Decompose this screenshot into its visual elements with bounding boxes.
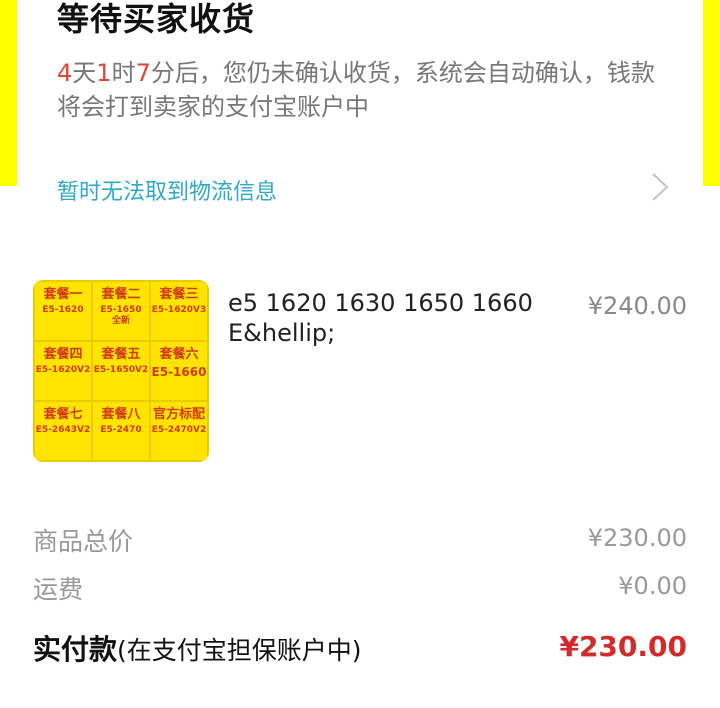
amount-paid-row: 实付款(在支付宝担保账户中) ¥230.00 (33, 628, 687, 670)
product-title: e5 1620 1630 1650 1660 E&hellip; (228, 289, 533, 347)
thumbnail-cell: 套餐四 E5-1620V2 (35, 342, 91, 400)
shipping-label: 运费 (33, 575, 84, 604)
amount-paid-note: (在支付宝担保账户中) (117, 636, 362, 665)
product-item[interactable]: 套餐一 E5-1620 套餐二 E5-1650 全新 套餐三 E5-1620V3 套餐四 E5-… (0, 272, 720, 472)
amount-paid-label-strong: 实付款 (33, 633, 118, 666)
thumbnail-cell: 套餐五 E5-1650V2 (93, 342, 149, 400)
thumbnail-model-label: E5-1620 (42, 305, 84, 315)
thumbnail-package-label: 套餐三 (159, 287, 199, 302)
thumbnail-model-label: E5-1660 (151, 365, 207, 379)
thumbnail-cell: 套餐三 E5-1620V3 (151, 282, 207, 340)
thumbnail-package-label: 官方标配 (152, 407, 205, 422)
thumbnail-model-label: E5-1620V2 (35, 365, 91, 375)
thumbnail-model-label: E5-2470 (100, 425, 142, 435)
thumbnail-package-label: 套餐五 (101, 347, 141, 362)
countdown-days-unit: 天 (72, 59, 97, 87)
thumbnail-package-label: 套餐八 (101, 407, 141, 422)
thumbnail-cell: 套餐二 E5-1650 全新 (93, 282, 149, 340)
goods-total-row: 商品总价 ¥230.00 (33, 522, 687, 558)
thumbnail-extra-label: 全新 (111, 316, 130, 326)
thumbnail-package-label: 套餐一 (43, 287, 83, 302)
order-status-title: 等待买家收货 (57, 0, 256, 38)
logistics-status-text: 暂时无法取到物流信息 (57, 180, 278, 205)
countdown-hours-unit: 时 (111, 59, 136, 87)
chevron-right-icon (652, 173, 669, 201)
thumbnail-cell: 官方标配 E5-2470V2 (151, 402, 207, 460)
thumbnail-model-label: E5-2470V2 (151, 425, 207, 435)
thumbnail-cell: 套餐六 E5-1660 (151, 342, 207, 400)
product-thumbnail[interactable]: 套餐一 E5-1620 套餐二 E5-1650 全新 套餐三 E5-1620V3 套餐四 E5-… (33, 280, 209, 462)
auto-confirm-notice: 4天1时7分后，您仍未确认收货，系统会自动确认，钱款将会打到卖家的支付宝账户中 (57, 56, 657, 124)
thumbnail-package-label: 套餐二 (101, 287, 141, 302)
amount-paid-value: ¥230.00 (559, 630, 687, 663)
thumbnail-package-label: 套餐四 (43, 347, 83, 362)
header-accent-stripe-right (703, 0, 720, 186)
order-status-card: 等待买家收货 4天1时7分后，您仍未确认收货，系统会自动确认，钱款将会打到卖家的… (17, 0, 703, 224)
countdown-minutes: 7 (135, 59, 151, 87)
goods-total-label: 商品总价 (33, 527, 134, 556)
thumbnail-package-label: 套餐七 (43, 407, 83, 422)
thumbnail-model-label: E5-1620V3 (151, 305, 207, 315)
thumbnail-cell: 套餐一 E5-1620 (35, 282, 91, 340)
thumbnail-package-label: 套餐六 (159, 347, 199, 362)
thumbnail-model-label: E5-1650 (100, 305, 142, 315)
goods-total-value: ¥230.00 (587, 524, 687, 552)
thumbnail-model-label: E5-2643V2 (35, 425, 91, 435)
countdown-hours: 1 (96, 59, 112, 87)
shipping-row: 运费 ¥0.00 (33, 570, 687, 606)
product-price: ¥240.00 (587, 292, 687, 320)
countdown-days: 4 (57, 59, 73, 87)
countdown-minutes-unit: 分后， (150, 59, 223, 87)
amount-paid-label: 实付款(在支付宝担保账户中) (33, 628, 362, 668)
thumbnail-cell: 套餐八 E5-2470 (93, 402, 149, 460)
logistics-row[interactable]: 暂时无法取到物流信息 (17, 168, 703, 210)
header-accent-stripe-left (0, 0, 17, 186)
thumbnail-model-label: E5-1650V2 (93, 365, 149, 375)
shipping-value: ¥0.00 (618, 572, 687, 600)
thumbnail-cell: 套餐七 E5-2643V2 (35, 402, 91, 460)
